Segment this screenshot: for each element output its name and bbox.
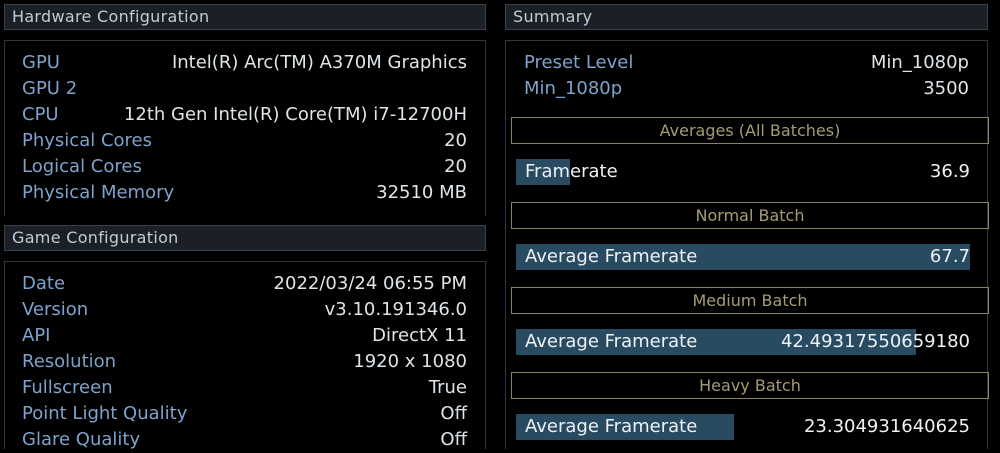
game-key: Version (22, 299, 89, 320)
preset-label: Preset Level (524, 52, 634, 73)
hw-value: 20 (444, 130, 467, 151)
averages-band: Averages (All Batches) (511, 117, 989, 144)
heavy-batch-band: Heavy Batch (511, 372, 989, 399)
heavy-batch-label: Average Framerate (525, 416, 698, 437)
game-key: Resolution (22, 351, 117, 372)
medium-batch-band: Medium Batch (511, 287, 989, 314)
hw-value: 32510 MB (376, 182, 467, 203)
score-label: Min_1080p (524, 78, 623, 99)
hw-key: GPU 2 (22, 78, 78, 99)
score-value: 3500 (923, 78, 969, 99)
hardware-config-panel: GPU Intel(R) Arc(TM) A370M Graphics GPU … (4, 40, 486, 216)
hw-value: 20 (444, 156, 467, 177)
framerate-metric: Framerate 36.9 (516, 159, 970, 185)
game-value: DirectX 11 (372, 325, 467, 346)
game-value: v3.10.191346.0 (324, 299, 467, 320)
game-config-panel: Date 2022/03/24 06:55 PM Version v3.10.1… (4, 261, 486, 450)
game-key: Date (22, 273, 66, 294)
game-rows: Date 2022/03/24 06:55 PM Version v3.10.1… (22, 271, 467, 453)
game-config-header: Game Configuration (4, 225, 486, 251)
framerate-value: 36.9 (929, 161, 970, 182)
normal-batch-band: Normal Batch (511, 202, 989, 229)
summary-panel: Preset Level Min_1080p Min_1080p 3500 Av… (505, 40, 989, 449)
hw-row-gpu: GPU Intel(R) Arc(TM) A370M Graphics (22, 50, 467, 76)
hw-row-logical-cores: Logical Cores 20 (22, 154, 467, 180)
game-row-api: API DirectX 11 (22, 323, 467, 349)
hw-key: CPU (22, 104, 59, 125)
game-row-resolution: Resolution 1920 x 1080 (22, 349, 467, 375)
game-row-date: Date 2022/03/24 06:55 PM (22, 271, 467, 297)
framerate-label: Framerate (525, 161, 618, 182)
game-key: API (22, 325, 51, 346)
summary-header: Summary (505, 4, 988, 30)
game-value: 1920 x 1080 (353, 351, 467, 372)
medium-batch-value: 42.49317550659180 (781, 331, 970, 352)
game-value: 2022/03/24 06:55 PM (273, 273, 467, 294)
game-key: Point Light Quality (22, 403, 188, 424)
game-key: Glare Quality (22, 429, 141, 450)
summary-row-preset: Preset Level Min_1080p (524, 50, 969, 76)
hw-key: Physical Memory (22, 182, 175, 203)
hw-value: Intel(R) Arc(TM) A370M Graphics (171, 52, 467, 73)
hw-row-physical-cores: Physical Cores 20 (22, 128, 467, 154)
game-row-fullscreen: Fullscreen True (22, 375, 467, 401)
hw-key: Logical Cores (22, 156, 142, 177)
hw-value: 12th Gen Intel(R) Core(TM) i7-12700H (123, 104, 467, 125)
medium-batch-metric: Average Framerate 42.49317550659180 (516, 329, 970, 355)
normal-batch-label: Average Framerate (525, 246, 698, 267)
hw-key: Physical Cores (22, 130, 152, 151)
game-row-point-light-quality: Point Light Quality Off (22, 401, 467, 427)
hw-row-physical-memory: Physical Memory 32510 MB (22, 180, 467, 206)
heavy-batch-metric: Average Framerate 23.304931640625 (516, 414, 970, 440)
hardware-rows: GPU Intel(R) Arc(TM) A370M Graphics GPU … (22, 50, 467, 206)
medium-batch-label: Average Framerate (525, 331, 698, 352)
hw-row-cpu: CPU 12th Gen Intel(R) Core(TM) i7-12700H (22, 102, 467, 128)
game-value: Off (440, 403, 467, 424)
game-row-glare-quality: Glare Quality Off (22, 427, 467, 453)
heavy-batch-value: 23.304931640625 (803, 416, 970, 437)
hw-row-gpu2: GPU 2 (22, 76, 467, 102)
summary-rows: Preset Level Min_1080p Min_1080p 3500 (524, 50, 969, 102)
hardware-config-header: Hardware Configuration (4, 4, 486, 30)
game-key: Fullscreen (22, 377, 113, 398)
game-value: True (428, 377, 467, 398)
hw-key: GPU (22, 52, 60, 73)
game-row-version: Version v3.10.191346.0 (22, 297, 467, 323)
summary-row-score: Min_1080p 3500 (524, 76, 969, 102)
game-value: Off (440, 429, 467, 450)
normal-batch-value: 67.7 (929, 246, 970, 267)
preset-value: Min_1080p (870, 52, 969, 73)
normal-batch-metric: Average Framerate 67.7 (516, 244, 970, 270)
